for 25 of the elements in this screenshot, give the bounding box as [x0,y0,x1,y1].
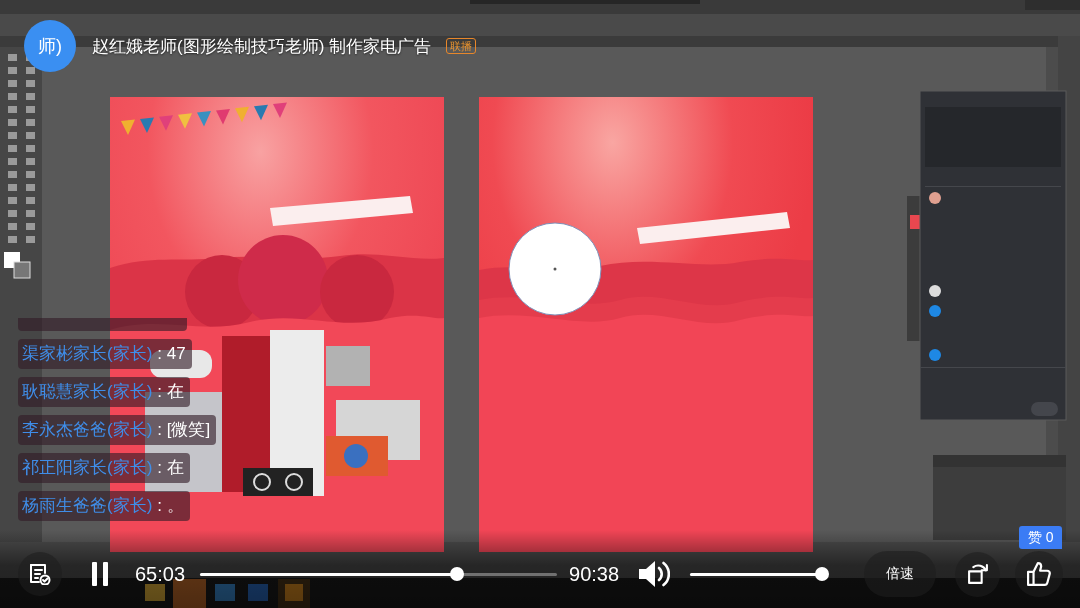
pause-icon [92,562,108,586]
thumbs-up-icon [1027,562,1052,586]
checklist-icon [29,563,51,585]
chat-message: : [微笑] [157,419,211,441]
pause-button[interactable] [92,562,108,586]
broadcast-badge: 联播 [446,38,477,54]
volume-button[interactable] [638,558,671,590]
like-count-badge: 赞 0 [1019,526,1063,549]
chat-username: 杨雨生爸爸(家长) [22,495,153,517]
chat-username: 耿聪慧家长(家长) [22,381,153,403]
volume-icon [638,558,671,590]
chat-message: : 在 [157,457,184,479]
stream-title: 赵红娥老师(图形绘制技巧老师) 制作家电广告 [92,35,432,58]
total-duration: 90:38 [569,562,620,586]
rotate-icon [966,563,989,585]
chat-message: : 在 [157,381,184,403]
current-time: 65:03 [135,562,186,586]
notes-button[interactable] [18,552,62,596]
chat-message: : 47 [157,343,186,365]
chat-username: 渠家彬家长(家长) [22,343,153,365]
chat-message: : 。 [157,495,184,517]
chat-username: 祁正阳家长(家长) [22,457,153,479]
like-button[interactable] [1015,551,1064,597]
chat-username: 李永杰爸爸(家长) [22,419,153,441]
speed-button[interactable]: 倍速 [864,551,937,597]
